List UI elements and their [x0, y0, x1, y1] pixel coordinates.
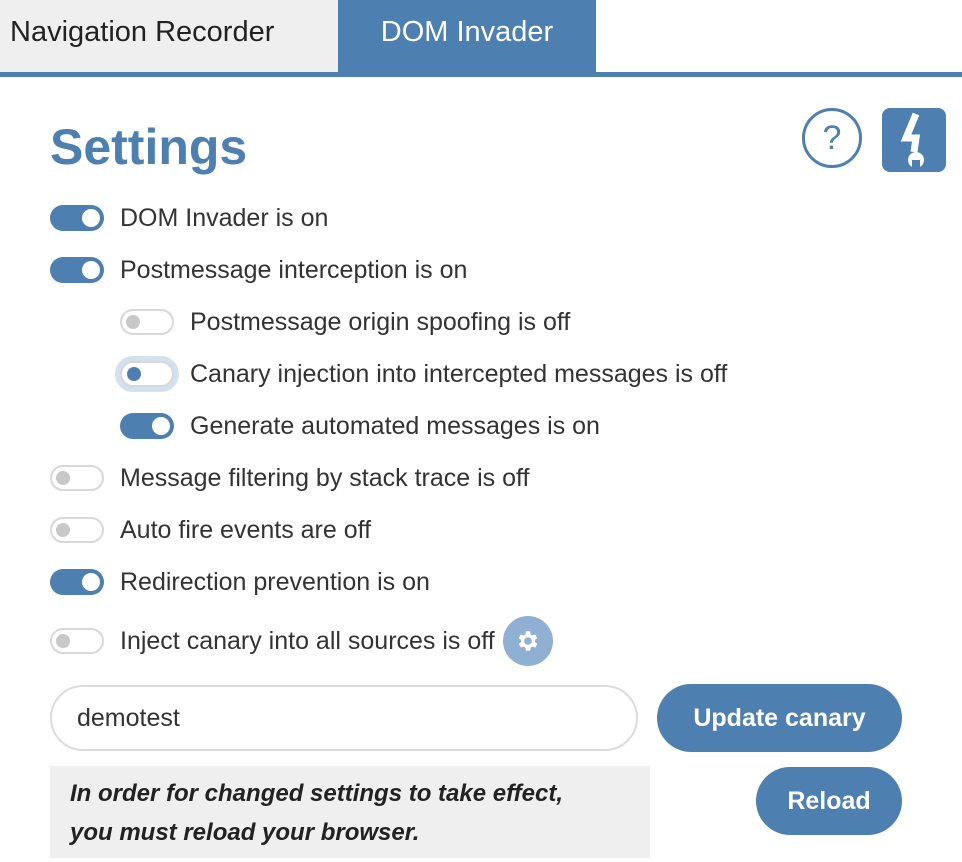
setting-postmessage-interception: Postmessage interception is on	[50, 254, 467, 286]
notice-line-1: In order for changed settings to take ef…	[70, 780, 563, 807]
toggle-knob	[82, 573, 100, 591]
dom-invader-toggle[interactable]	[50, 205, 104, 231]
toggle-knob	[82, 209, 100, 227]
automated-messages-toggle[interactable]	[120, 413, 174, 439]
setting-inject-all-sources: Inject canary into all sources is off	[50, 616, 553, 666]
setting-label: Postmessage origin spoofing is off	[190, 307, 571, 336]
setting-redirection-prevention: Redirection prevention is on	[50, 566, 430, 598]
setting-label: Auto fire events are off	[120, 515, 372, 544]
setting-label: Postmessage interception is on	[120, 255, 468, 284]
setting-origin-spoofing: Postmessage origin spoofing is off	[120, 306, 570, 338]
tab-label: DOM Invader	[380, 16, 554, 48]
toggle-knob	[152, 417, 170, 435]
dom-invader-logo-button[interactable]	[882, 108, 946, 172]
postmessage-interception-toggle[interactable]	[50, 257, 104, 283]
setting-automated-messages: Generate automated messages is on	[120, 410, 600, 442]
toggle-knob	[56, 471, 70, 485]
setting-label: DOM Invader is on	[120, 203, 329, 232]
toggle-knob	[127, 367, 141, 381]
page-title: Settings	[50, 119, 248, 175]
help-button[interactable]: ?	[802, 108, 862, 168]
toggle-knob	[82, 261, 100, 279]
setting-canary-injection-messages: Canary injection into intercepted messag…	[120, 358, 727, 390]
auto-fire-events-toggle[interactable]	[50, 517, 104, 543]
origin-spoofing-toggle[interactable]	[120, 309, 174, 335]
setting-dom-invader: DOM Invader is on	[50, 202, 328, 234]
tab-navigation-recorder[interactable]: Navigation Recorder	[0, 0, 338, 72]
toggle-knob	[56, 634, 70, 648]
setting-label: Message filtering by stack trace is off	[120, 463, 530, 492]
dom-invader-logo-icon	[900, 112, 924, 172]
reload-button[interactable]: Reload	[756, 767, 902, 835]
setting-auto-fire-events: Auto fire events are off	[50, 514, 371, 546]
setting-label: Inject canary into all sources is off	[120, 626, 495, 655]
tab-label: Navigation Recorder	[10, 16, 275, 48]
setting-label: Generate automated messages is on	[190, 411, 600, 440]
notice-line-2: you must reload your browser.	[70, 819, 420, 846]
setting-label: Redirection prevention is on	[120, 567, 430, 596]
setting-stack-trace-filtering: Message filtering by stack trace is off	[50, 462, 529, 494]
reload-notice: In order for changed settings to take ef…	[50, 766, 650, 858]
inject-sources-settings-button[interactable]	[502, 616, 553, 666]
redirection-prevention-toggle[interactable]	[50, 569, 104, 595]
toggle-knob	[126, 315, 140, 329]
canary-input[interactable]	[50, 685, 638, 751]
tab-bar: Navigation Recorder DOM Invader	[0, 0, 962, 77]
stack-trace-filtering-toggle[interactable]	[50, 465, 104, 491]
update-canary-button[interactable]: Update canary	[657, 684, 902, 752]
toggle-knob	[56, 523, 70, 537]
tab-dom-invader[interactable]: DOM Invader	[338, 0, 596, 72]
inject-all-sources-toggle[interactable]	[50, 628, 104, 654]
gear-icon	[518, 631, 538, 651]
canary-injection-messages-toggle[interactable]	[120, 361, 174, 387]
question-circle-icon: ?	[822, 119, 842, 157]
setting-label: Canary injection into intercepted messag…	[190, 359, 728, 388]
